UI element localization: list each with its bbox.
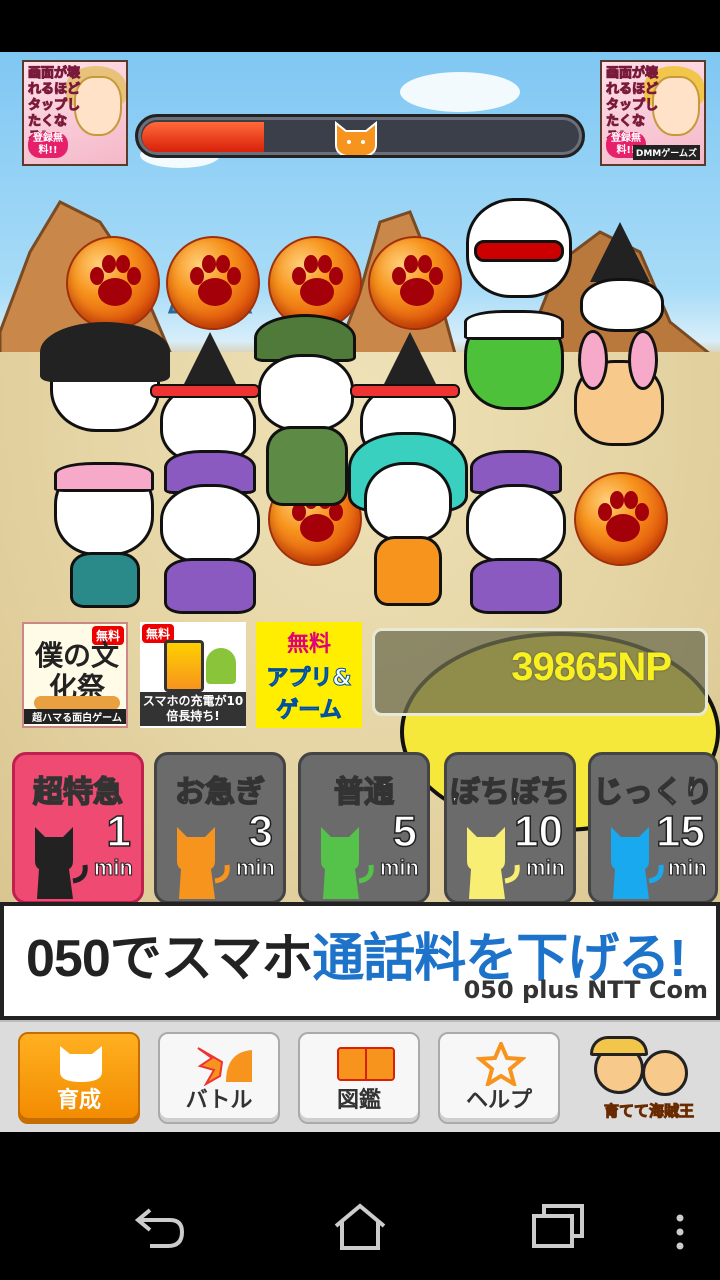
speed-unit: min: [379, 855, 419, 881]
nav-label: ヘルプ: [465, 1088, 532, 1113]
np-counter-panel: 39865NP: [372, 628, 708, 716]
speed-option-4[interactable]: じっくり 15 min: [588, 752, 718, 902]
app-ad-free-games[interactable]: 無料 アプリ& ゲーム: [256, 622, 362, 728]
nav-raise-button[interactable]: 育成: [18, 1032, 140, 1124]
nav-battle-button[interactable]: バトル: [158, 1032, 280, 1124]
cat-silhouette-icon: [177, 827, 230, 899]
speed-option-0[interactable]: 超特急 1 min: [12, 752, 144, 902]
paw-coin[interactable]: [166, 236, 260, 330]
speed-label: じっくり: [592, 774, 714, 811]
system-nav-bar: [0, 1132, 720, 1280]
menu-icon[interactable]: [674, 1214, 686, 1250]
speed-unit: min: [525, 855, 565, 881]
nav-label: 育成: [56, 1088, 101, 1113]
app-caption: スマホの充電が10倍長持ち!: [140, 692, 246, 726]
cat-character[interactable]: [150, 450, 270, 616]
speed-option-2[interactable]: 普通 5 min: [298, 752, 430, 902]
progress-fill: [142, 122, 264, 152]
star-icon: [476, 1042, 526, 1086]
app-title: 僕の文化祭: [34, 639, 119, 704]
paw-coin[interactable]: [368, 236, 462, 330]
speed-minutes: 3: [248, 806, 274, 857]
android-icon: [206, 648, 236, 684]
cat-character[interactable]: [560, 222, 680, 332]
app-caption: 超ハマる面白ゲーム: [24, 709, 126, 724]
speed-label: 超特急: [32, 774, 124, 811]
speed-minutes: 10: [513, 806, 563, 857]
app-ad-line2: アプリ&: [266, 666, 352, 692]
cat-character[interactable]: [456, 450, 576, 616]
app-ad-line3: ゲーム: [276, 698, 342, 724]
nav-encyclopedia-button[interactable]: 図鑑: [298, 1032, 420, 1124]
speed-minutes: 15: [655, 806, 705, 857]
app-ad-bunkasai[interactable]: 無料 僕の文化祭 超ハマる面白ゲーム: [22, 622, 128, 728]
ad-brand: DMMゲームズ: [632, 145, 700, 160]
speed-unit: min: [667, 855, 707, 881]
speed-unit: min: [93, 855, 133, 881]
nav-label: 図鑑: [336, 1088, 381, 1113]
paw-coin[interactable]: [574, 472, 668, 566]
speed-unit: min: [235, 855, 275, 881]
cat-character[interactable]: [458, 310, 568, 440]
app-ad-battery[interactable]: 無料 スマホの充電が10倍長持ち!: [140, 622, 246, 728]
nav-label: バトル: [185, 1088, 253, 1113]
speed-minutes: 1: [106, 806, 132, 857]
book-icon: [337, 1047, 395, 1081]
growth-progress-bar: [135, 114, 585, 158]
game-scene[interactable]: 画面が壊れるほどタップしたくなる! 登録無料!! 画面が壊れるほどタップしたくな…: [0, 52, 720, 902]
pirate-hat-icon: [590, 1036, 648, 1056]
nav-help-button[interactable]: ヘルプ: [438, 1032, 560, 1124]
speed-label: ぼちぼち: [449, 774, 571, 811]
speed-minutes: 5: [392, 806, 418, 857]
ad-badge: 登録無料!!: [28, 132, 68, 158]
cat-head-icon: [335, 120, 377, 155]
app-ad-line1: 無料: [286, 632, 331, 657]
cat-character[interactable]: [50, 452, 160, 612]
pirate-face-icon: [642, 1050, 688, 1096]
paw-coin[interactable]: [66, 236, 160, 330]
np-counter: 39865NP: [511, 645, 672, 689]
battery-icon: [164, 640, 204, 692]
ad-thumbnail-left[interactable]: 画面が壊れるほどタップしたくなる! 登録無料!!: [22, 60, 128, 166]
cat-silhouette-icon: [321, 827, 374, 899]
back-icon[interactable]: [132, 1202, 188, 1250]
recent-apps-icon[interactable]: [530, 1202, 586, 1250]
speed-label: 普通: [333, 774, 395, 811]
home-icon[interactable]: [330, 1202, 390, 1252]
speed-option-1[interactable]: お急ぎ 3 min: [154, 752, 286, 902]
banner-ad[interactable]: 050でスマホ通話料を下げる! 050 plus NTT Com: [0, 902, 720, 1020]
status-bar: [0, 0, 720, 52]
ad-thumbnail-right[interactable]: 画面が壊れるほどタップしたくなる! 登録無料!! DMMゲームズ: [600, 60, 706, 166]
promo-pirate-king[interactable]: 育てて海賊王: [584, 1034, 714, 1124]
cat-silhouette-icon: [35, 827, 88, 899]
cat-character[interactable]: [568, 330, 668, 450]
bottom-nav: 育成 バトル 図鑑 ヘルプ 育てて海賊王: [0, 1020, 720, 1132]
speed-option-3[interactable]: ぼちぼち 10 min: [444, 752, 576, 902]
promo-text: 育てて海賊王: [603, 1102, 694, 1121]
battle-icon: [197, 1047, 252, 1086]
banner-subtext: 050 plus NTT Com: [463, 976, 708, 1004]
speed-label: お急ぎ: [174, 774, 266, 811]
cat-icon: [60, 1046, 102, 1082]
cat-character[interactable]: [348, 432, 468, 612]
